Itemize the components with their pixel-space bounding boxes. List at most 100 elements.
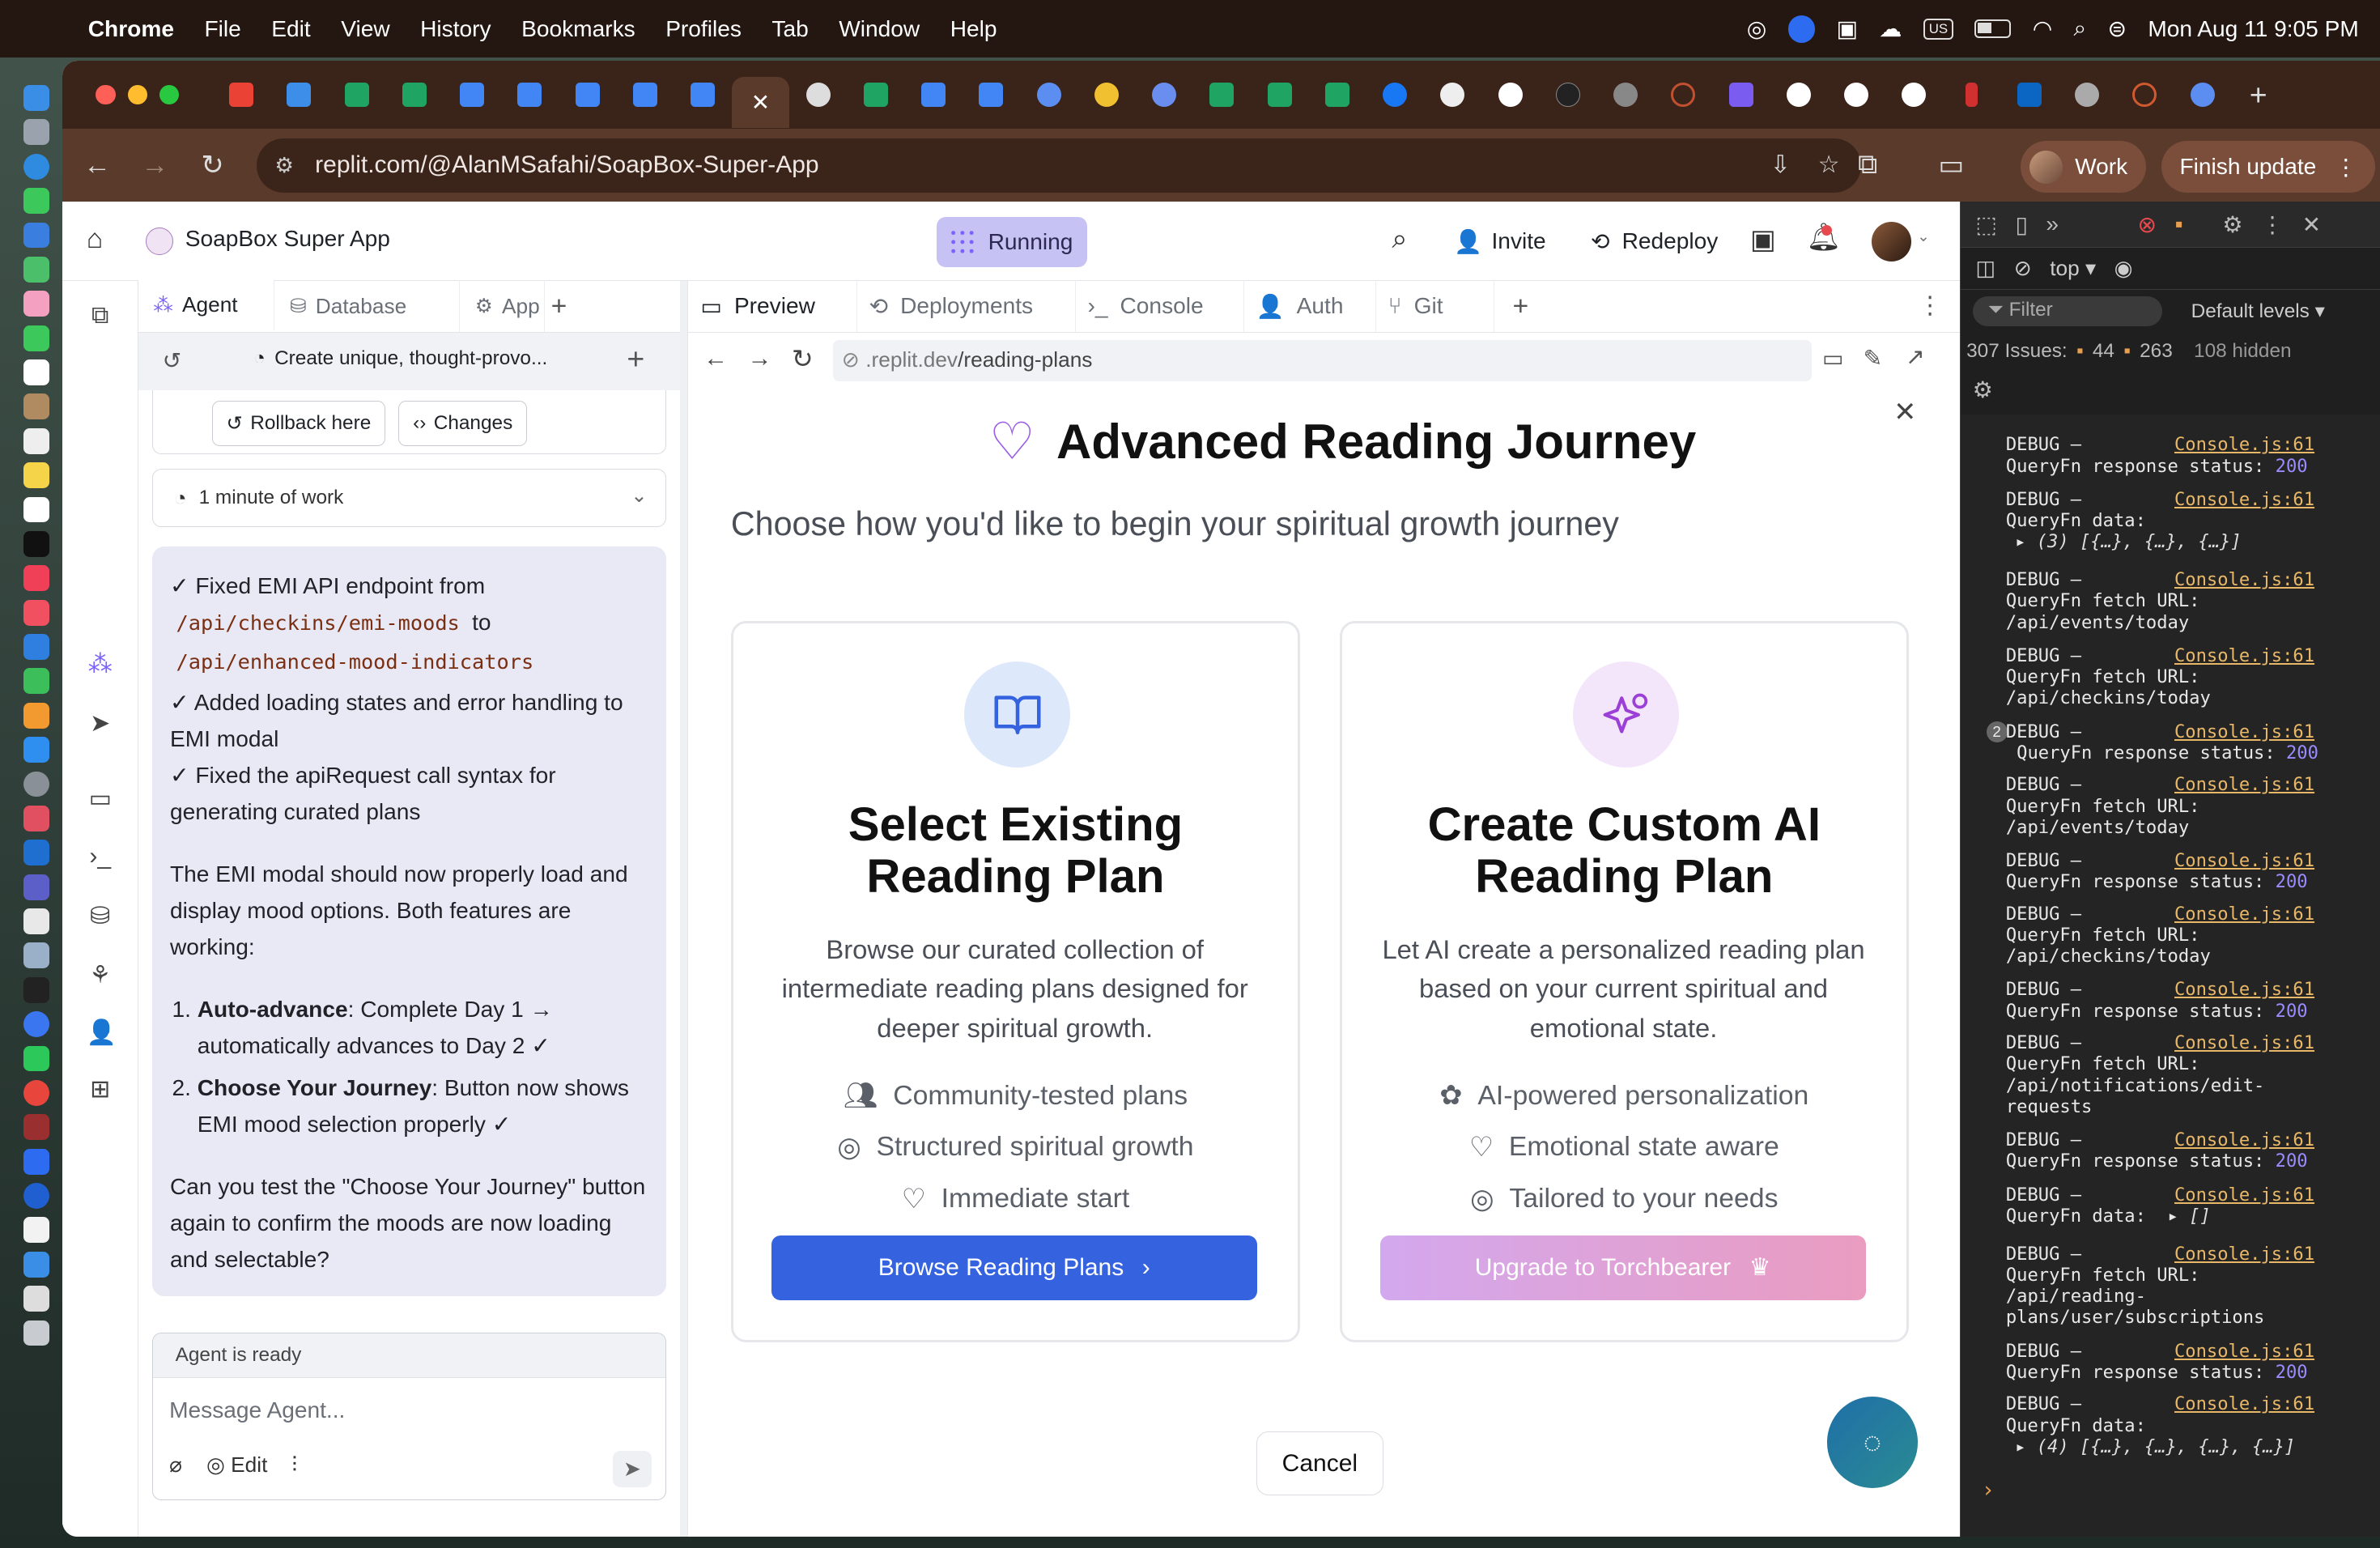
bookmark-star-icon[interactable]: ☆ — [1818, 151, 1840, 179]
error-count-icon[interactable]: ⊗ — [2138, 211, 2157, 238]
gear-icon[interactable]: ⚙ — [2222, 211, 2242, 238]
messages-icon[interactable] — [23, 188, 49, 214]
whatsapp-icon[interactable] — [23, 1045, 49, 1072]
address-bar[interactable]: ⚙ replit.com/@AlanMSafahi/SoapBox-Super-… — [256, 138, 1861, 194]
new-tab-button[interactable]: + — [2250, 78, 2267, 113]
zoom-window-button[interactable] — [159, 85, 180, 105]
bell-icon[interactable]: 🔔︎ — [1806, 222, 1841, 253]
log-source-link[interactable]: Console.js:61 — [2174, 1184, 2314, 1206]
browser-tab[interactable] — [1424, 72, 1481, 117]
clear-console-icon[interactable]: ⊘ — [2014, 256, 2032, 281]
browser-tab[interactable] — [501, 72, 559, 117]
battery-icon[interactable] — [1974, 19, 2012, 38]
menu-history[interactable]: History — [420, 16, 491, 42]
back-icon[interactable]: ← — [68, 150, 125, 181]
tv-icon[interactable] — [23, 530, 49, 557]
back-icon[interactable]: ← — [703, 345, 728, 372]
menu-tab[interactable]: Tab — [771, 16, 808, 42]
browser-tab[interactable] — [270, 72, 328, 117]
finish-update-button[interactable]: Finish update ⋮ — [2161, 141, 2376, 194]
upgrade-torchbearer-button[interactable]: Upgrade to Torchbearer ♛ — [1379, 1235, 1866, 1301]
browser-tab[interactable] — [1020, 72, 1077, 117]
layers-icon[interactable]: ▣ — [1750, 223, 1776, 256]
edit-mode-button[interactable]: ◎ Edit — [206, 1452, 267, 1478]
downloads-icon[interactable] — [23, 1251, 49, 1278]
files-icon[interactable]: ⧉ — [87, 302, 114, 330]
browser-tab[interactable] — [559, 72, 616, 117]
1password-icon[interactable] — [23, 1183, 49, 1209]
browse-reading-plans-button[interactable]: Browse Reading Plans › — [771, 1235, 1257, 1301]
message-input[interactable]: Message Agent... — [169, 1397, 345, 1423]
cancel-button[interactable]: Cancel — [1256, 1431, 1384, 1495]
agent-icon[interactable]: ⁂ — [87, 650, 114, 678]
close-icon[interactable]: ✕ — [2302, 211, 2322, 238]
stack-icon[interactable] — [23, 1286, 49, 1312]
issues-summary[interactable]: 307 Issues: ▪ 44 ▪ 263 108 hidden — [1966, 340, 2291, 363]
system-settings-icon[interactable] — [23, 771, 49, 797]
log-source-link[interactable]: Console.js:61 — [2174, 489, 2314, 510]
forward-icon[interactable]: → — [748, 345, 772, 372]
finder-icon[interactable] — [23, 85, 49, 111]
preview-app-icon[interactable] — [23, 805, 49, 831]
monitor-icon[interactable]: ▭ — [87, 785, 114, 813]
more-vert-icon[interactable]: ⋮ — [1918, 291, 1942, 320]
log-source-link[interactable]: Console.js:61 — [2174, 1032, 2314, 1053]
browser-tab[interactable] — [963, 72, 1020, 117]
tab-console[interactable]: ›_ Console — [1076, 280, 1244, 333]
profile-button[interactable]: Work — [2020, 141, 2146, 194]
numbers-icon[interactable] — [23, 668, 49, 695]
tab-agent[interactable]: ⁂ Agent — [138, 280, 275, 333]
browser-tab[interactable] — [444, 72, 501, 117]
tab-database[interactable]: ⛁ Database — [274, 280, 461, 333]
device-toolbar-icon[interactable]: ▯ — [2015, 211, 2027, 238]
tab-deployments[interactable]: ⟲ Deployments — [857, 280, 1076, 333]
contacts-icon[interactable] — [23, 393, 49, 420]
menu-help[interactable]: Help — [950, 16, 997, 42]
user-icon[interactable]: 👤 — [87, 1019, 117, 1047]
script-editor-icon[interactable] — [23, 942, 49, 969]
browser-tab[interactable] — [1885, 72, 1943, 117]
browser-tab[interactable] — [1943, 72, 2000, 117]
close-icon[interactable]: ✕ — [1893, 396, 1916, 428]
minimize-window-button[interactable] — [127, 85, 147, 105]
log-source-link[interactable]: Console.js:61 — [2174, 434, 2314, 455]
browser-tab[interactable] — [1136, 72, 1193, 117]
menu-profiles[interactable]: Profiles — [665, 16, 742, 42]
user-avatar[interactable] — [1871, 221, 1911, 262]
redeploy-button[interactable]: ⟲ Redeploy — [1582, 220, 1728, 263]
preview-url-bar[interactable]: ⊘ .replit.dev/reading-plans — [832, 340, 1812, 381]
context-selector[interactable]: top ▾ — [2050, 256, 2096, 281]
notes-icon[interactable] — [23, 462, 49, 488]
menubar-clock[interactable]: Mon Aug 11 9:05 PM — [2148, 16, 2358, 42]
add-tab-button[interactable]: + — [1513, 291, 1529, 322]
browser-tab[interactable] — [1481, 72, 1539, 117]
search-icon[interactable]: ⌕ — [1392, 223, 1407, 255]
browser-tab[interactable] — [1366, 72, 1424, 117]
browser-tab[interactable] — [2116, 72, 2174, 117]
invite-button[interactable]: 👤 Invite — [1445, 220, 1555, 263]
settings-sliders-icon[interactable]: ⫶ — [291, 1452, 297, 1478]
log-source-link[interactable]: Console.js:61 — [2174, 721, 2314, 742]
terminal-icon[interactable] — [23, 976, 49, 1003]
browser-tab[interactable] — [1539, 72, 1596, 117]
browser-tab[interactable] — [789, 72, 847, 117]
browser-tab[interactable] — [674, 72, 732, 117]
thread-title[interactable]: ◔ Create unique, thought-provo... — [253, 347, 547, 370]
sidebar-toggle-icon[interactable]: ◫ — [1975, 256, 1995, 281]
browser-tab[interactable] — [2174, 72, 2231, 117]
attach-icon[interactable]: ⌀ — [169, 1452, 182, 1478]
browser-tab[interactable] — [385, 72, 443, 117]
zoom-app-icon[interactable] — [23, 1148, 49, 1175]
trash-icon[interactable] — [23, 1320, 49, 1346]
menu-window[interactable]: Window — [839, 16, 920, 42]
log-source-link[interactable]: Console.js:61 — [2174, 774, 2314, 795]
keynote-icon[interactable] — [23, 634, 49, 660]
tab-git[interactable]: ⑂ Git — [1376, 280, 1494, 333]
browser-tab[interactable] — [1077, 72, 1135, 117]
log-source-link[interactable]: Console.js:61 — [2174, 1341, 2314, 1362]
close-window-button[interactable] — [96, 85, 116, 105]
expand-arrow-icon[interactable]: ▸ — [2015, 531, 2025, 552]
menu-edit[interactable]: Edit — [271, 16, 310, 42]
reload-icon[interactable]: ↻ — [184, 149, 241, 181]
photos-icon[interactable] — [23, 291, 49, 317]
